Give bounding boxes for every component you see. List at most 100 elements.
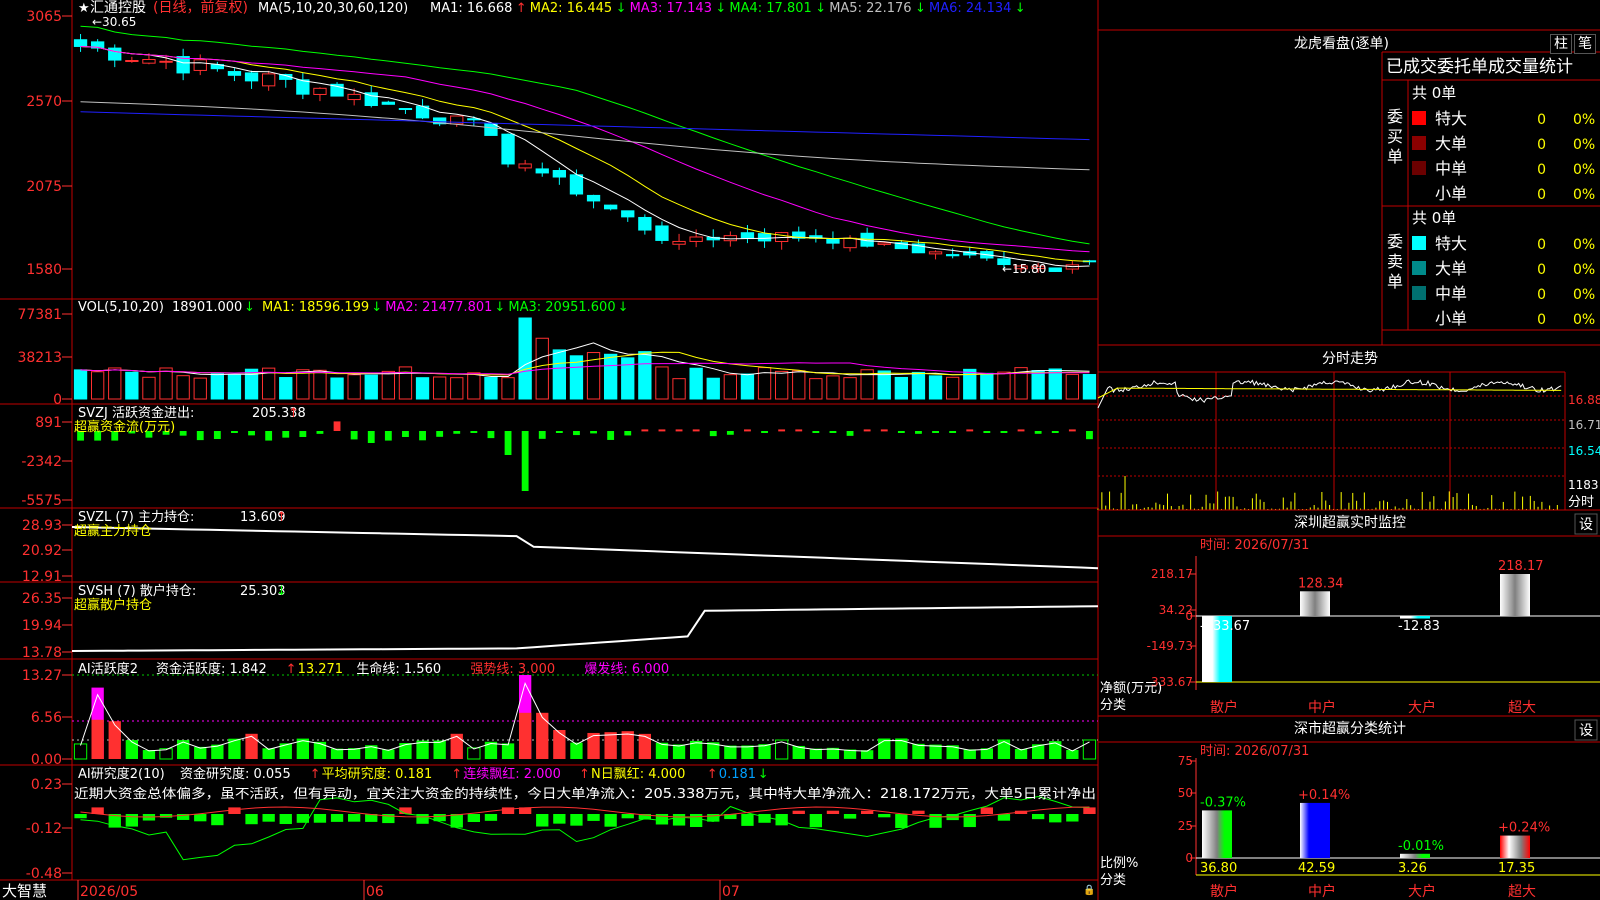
svsh-header: SVSH (7) 散户持仓: bbox=[78, 583, 196, 599]
fund-flow-bar bbox=[1068, 429, 1076, 432]
classify-category: 散户 bbox=[1210, 883, 1238, 900]
svzl-ytick: 28.93 bbox=[22, 518, 62, 534]
monitor-value-label: -12.83 bbox=[1398, 619, 1440, 634]
fund-flow-bar bbox=[436, 431, 444, 437]
volume-bar bbox=[364, 374, 378, 400]
activity-bar bbox=[1082, 739, 1097, 760]
research-bar bbox=[587, 814, 600, 821]
vol-ytick: 38213 bbox=[17, 350, 62, 366]
candlestick bbox=[928, 251, 943, 255]
classify-change-label: -0.01% bbox=[1398, 839, 1444, 854]
research-bar bbox=[1083, 807, 1096, 814]
trend-arrow-icon: ↓ bbox=[616, 1, 627, 16]
candlestick bbox=[535, 168, 549, 174]
candlestick bbox=[843, 237, 857, 249]
activity-bar bbox=[91, 719, 104, 759]
color-swatch bbox=[1412, 136, 1426, 150]
tab-pen-view[interactable]: 笔 bbox=[1574, 34, 1596, 54]
candlestick bbox=[261, 73, 276, 87]
ai2-item: N日飘红: 4.000 bbox=[591, 766, 685, 782]
trend-arrow-icon: ↓ bbox=[715, 1, 726, 16]
svzl-header: SVZL (7) 主力持仓: bbox=[78, 510, 194, 525]
fund-flow-bar bbox=[419, 431, 426, 441]
activity-bar bbox=[809, 748, 823, 759]
candlestick bbox=[877, 242, 891, 245]
fund-flow-bar bbox=[932, 431, 939, 433]
research-bar bbox=[330, 814, 344, 822]
volume-bar bbox=[296, 369, 310, 400]
volume-bars bbox=[73, 317, 1097, 400]
fund-flow-bar bbox=[709, 431, 717, 437]
svzj-subtitle: 超赢资金流(万元) bbox=[74, 419, 175, 435]
fund-flow-bar bbox=[316, 431, 324, 434]
volume-bar bbox=[125, 371, 139, 400]
classify-value-label: 36.80 bbox=[1200, 861, 1237, 876]
ai1-item: 生命线: 1.560 bbox=[356, 661, 441, 677]
classify-value-label: 17.35 bbox=[1498, 861, 1535, 876]
volume-bar bbox=[142, 376, 156, 400]
sell-side-label: 委 bbox=[1387, 232, 1403, 251]
fund-flow-bar bbox=[367, 431, 375, 443]
classify-bar bbox=[1202, 810, 1232, 858]
activity-bar bbox=[724, 745, 737, 759]
buy-row-count: 0 bbox=[1537, 187, 1546, 203]
monitor-ytick: -149.73 bbox=[1147, 639, 1193, 653]
activity-bar bbox=[536, 712, 549, 759]
ai2-item: 平均研究度: 0.181 bbox=[322, 766, 433, 782]
classify-ylabel: 比例% bbox=[1100, 856, 1138, 871]
trend-arrow-icon: ↑ bbox=[451, 767, 462, 782]
intraday-price-tick: 16.88 bbox=[1568, 393, 1600, 407]
fund-flow-bar bbox=[829, 431, 837, 433]
research-bar bbox=[878, 814, 891, 818]
fund-flow-bar bbox=[538, 431, 546, 439]
research-bar bbox=[809, 814, 823, 828]
vol-value: 18901.000 bbox=[172, 300, 242, 315]
trend-arrow-icon: ↓ bbox=[244, 300, 255, 315]
fund-flow-bar bbox=[624, 431, 632, 436]
sell-side-label: 卖 bbox=[1387, 252, 1403, 271]
fund-flow-bar bbox=[795, 429, 803, 432]
research-comment: 近期大资金总体偏多，虽不活跃，但有异动，宜关注大资金的持续性，今日大单净流入：2… bbox=[74, 786, 1096, 802]
research-bar bbox=[1066, 814, 1079, 822]
fund-flow-bar bbox=[726, 431, 734, 435]
classify-xlabel: 分类 bbox=[1100, 873, 1126, 888]
high-price-mark: ←30.65 bbox=[92, 15, 136, 29]
candlestick bbox=[672, 240, 686, 245]
tab-bar-chart[interactable]: 柱 bbox=[1550, 34, 1572, 54]
monitor-value-label: 218.17 bbox=[1498, 559, 1544, 574]
research-bar bbox=[621, 814, 634, 819]
activity-bar bbox=[125, 740, 139, 759]
volume-bar bbox=[928, 375, 943, 400]
classify-category: 中户 bbox=[1308, 883, 1336, 900]
low-price-mark: ←15.80 bbox=[1002, 262, 1046, 276]
x-axis-date: 07 bbox=[722, 884, 740, 900]
ma5-value: MA5: 22.176 bbox=[829, 1, 911, 16]
trend-arrow-icon: ↑ bbox=[707, 767, 718, 782]
app-logo: 大智慧 bbox=[2, 882, 47, 900]
candlestick bbox=[398, 108, 413, 111]
buy-row-pct: 0% bbox=[1573, 187, 1595, 203]
fund-flow-bar bbox=[966, 429, 974, 432]
intraday-avg-line bbox=[1097, 387, 1562, 399]
sell-row-name: 特大 bbox=[1435, 234, 1467, 253]
research-bar bbox=[843, 814, 857, 819]
ma-header: MA(5,10,20,30,60,120) bbox=[258, 1, 408, 16]
activity-bar bbox=[433, 740, 446, 759]
trend-arrow-icon: ↓ bbox=[371, 300, 382, 315]
research-bar bbox=[826, 810, 840, 814]
volume-bar bbox=[672, 378, 686, 400]
candlestick bbox=[347, 93, 361, 101]
fund-flow-bar bbox=[658, 429, 666, 432]
buy-row-name: 大单 bbox=[1435, 134, 1467, 153]
vol-ytick: 0 bbox=[53, 392, 62, 408]
vol-ma3-value: MA3: 20951.600 bbox=[508, 300, 615, 315]
sell-row-pct: 0% bbox=[1573, 262, 1595, 278]
candlestick bbox=[740, 232, 755, 240]
volume-bar bbox=[740, 373, 755, 400]
buy-row-pct: 0% bbox=[1573, 112, 1595, 128]
monitor-category: 大户 bbox=[1408, 699, 1436, 716]
fund-flow-bar bbox=[915, 431, 922, 434]
ma1-value: MA1: 16.668 bbox=[430, 1, 512, 16]
fund-flow-bar bbox=[282, 431, 290, 438]
research-bar bbox=[792, 810, 805, 814]
